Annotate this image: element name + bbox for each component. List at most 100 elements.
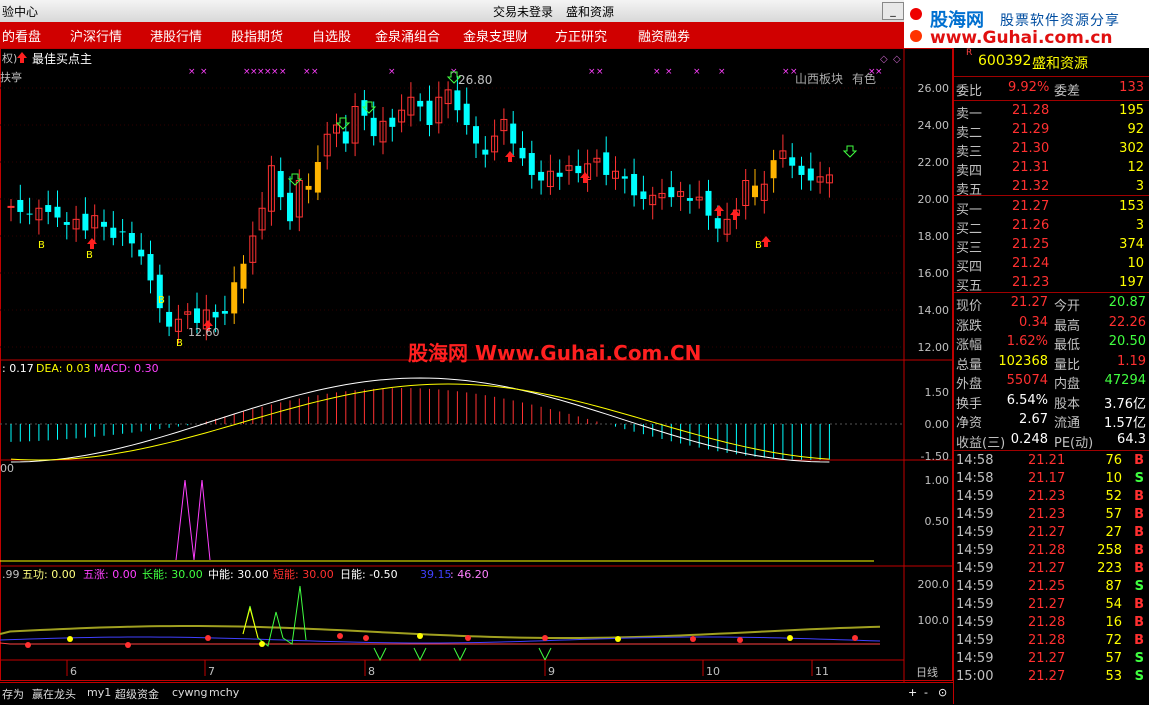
app-title: 验中心 bbox=[2, 5, 39, 19]
macd-tick: 1.50 bbox=[925, 386, 950, 399]
price-tick: 18.00 bbox=[918, 230, 950, 243]
stat-value: 102368 bbox=[998, 353, 1048, 369]
stock-chart[interactable]: × × × × × × × × × × × × × × × × × × × × × ×BBBBB 权) 最佳买点主 扶亭 … bbox=[0, 48, 953, 682]
ask-row: 卖三 21.30 302 bbox=[954, 140, 1149, 160]
macd-tick: -1.50 bbox=[921, 450, 949, 463]
buy-arrow-icon bbox=[87, 238, 97, 249]
stat-value: 22.26 bbox=[1108, 314, 1146, 330]
stat-value: 0.34 bbox=[1019, 314, 1048, 330]
reset-icon[interactable]: ⊙ bbox=[938, 686, 947, 699]
tick-time: 14:59 bbox=[956, 597, 994, 612]
stat-label: 流通 bbox=[1054, 416, 1081, 431]
formula-name[interactable]: 最佳买点主 bbox=[32, 52, 92, 66]
candle-body bbox=[314, 162, 321, 193]
bid-volume: 153 bbox=[1119, 199, 1144, 214]
tab-save[interactable]: 存为 bbox=[2, 686, 24, 702]
stat-label: 最低 bbox=[1054, 338, 1081, 353]
sub1-value: 00 bbox=[0, 462, 14, 475]
sub2-v1: 39.15 bbox=[420, 568, 452, 581]
ask-volume: 92 bbox=[1127, 122, 1144, 137]
stat-value: 47294 bbox=[1104, 373, 1146, 388]
month-label: 10 bbox=[706, 665, 720, 678]
price-axis: 26.00 24.00 22.00 20.00 18.00 16.00 14.00 12.00… bbox=[918, 82, 950, 627]
stat-label: 涨跌 bbox=[956, 318, 983, 334]
ask-volume: 302 bbox=[1119, 141, 1144, 156]
tab-cywng[interactable]: cywng bbox=[172, 686, 208, 699]
menu-item[interactable]: 自选股 bbox=[312, 26, 351, 45]
stat-label: 量比 bbox=[1054, 357, 1081, 373]
stat-label: PE(动) bbox=[1054, 435, 1094, 451]
sub2-v2: : 46.20 bbox=[450, 568, 489, 581]
menu-item[interactable]: 沪深行情 bbox=[70, 26, 122, 45]
tab-my1[interactable]: my1 bbox=[87, 686, 111, 699]
tick-price: 21.27 bbox=[1028, 597, 1066, 612]
sub2-line bbox=[0, 636, 881, 644]
candle-body bbox=[426, 100, 433, 125]
divider bbox=[954, 76, 1149, 77]
period-indicator[interactable]: 日线 bbox=[916, 665, 938, 679]
quote-panel: R 600392 盛和资源 委比 9.92% 委差 133 卖一 21.28 1… bbox=[953, 48, 1149, 704]
ask-label: 卖二 bbox=[956, 126, 983, 141]
tab-super-funds[interactable]: 超级资金 bbox=[115, 686, 159, 702]
price-tick: 12.00 bbox=[918, 341, 950, 354]
buy-b-icon: B bbox=[755, 240, 762, 251]
zoom-out-button[interactable]: - bbox=[924, 686, 928, 699]
stock-code: 600392 bbox=[978, 53, 1032, 69]
candle-body bbox=[147, 254, 154, 281]
zoom-in-button[interactable]: + bbox=[908, 686, 917, 699]
ask-price: 21.28 bbox=[1012, 103, 1050, 118]
stat-label: 换手 bbox=[956, 396, 983, 412]
sub2-dot bbox=[67, 636, 73, 642]
candle-body bbox=[482, 149, 489, 155]
minimize-button[interactable]: _ bbox=[882, 2, 904, 20]
menu-item[interactable]: 金泉支理财 bbox=[463, 26, 528, 45]
tick-time: 14:58 bbox=[956, 453, 994, 468]
tick-side: B bbox=[1134, 489, 1144, 504]
month-axis: 6 7 8 9 10 11 bbox=[66, 660, 829, 678]
tick-row: 14:59 21.27 27 B bbox=[954, 524, 1149, 543]
tick-time: 14:59 bbox=[956, 615, 994, 630]
logo-slogan: 股票软件资源分享 bbox=[1000, 13, 1120, 29]
candle-body bbox=[463, 103, 470, 125]
sub2-down-mark bbox=[453, 647, 467, 662]
signal-x-icon: × bbox=[875, 67, 883, 77]
tick-side: B bbox=[1134, 453, 1144, 468]
sub2-down-mark bbox=[413, 647, 427, 662]
menu-item[interactable]: 融资融券 bbox=[638, 26, 690, 45]
ask-price: 21.29 bbox=[1012, 122, 1050, 137]
signal-x-icon: × bbox=[653, 67, 661, 77]
diamond-icon: ◇ bbox=[880, 54, 888, 65]
sub2-wuzhang: 五涨: 0.00 bbox=[83, 568, 137, 581]
candle-body bbox=[519, 147, 526, 159]
tick-price: 21.27 bbox=[1028, 525, 1066, 540]
watermark: 股海网 Www.Guhai.Com.CN bbox=[408, 341, 701, 365]
stat-label: 今开 bbox=[1054, 299, 1081, 314]
signal-x-icon: × bbox=[693, 67, 701, 77]
menu-item[interactable]: 方正研究 bbox=[555, 26, 607, 45]
stat-value: 55074 bbox=[1006, 373, 1048, 388]
title-bar: 验中心 交易未登录 盛和资源 _ □ × bbox=[0, 0, 968, 23]
stat-value: 20.87 bbox=[1108, 295, 1146, 310]
stat-label: 内盘 bbox=[1054, 377, 1081, 392]
r-mark: R bbox=[966, 48, 973, 58]
tab-mchy[interactable]: mchy bbox=[209, 686, 239, 699]
sector-label: 山西板块 bbox=[795, 72, 843, 86]
menu-item[interactable]: 港股行情 bbox=[150, 26, 202, 45]
sub2-dot bbox=[25, 642, 31, 648]
candle-body bbox=[603, 152, 610, 175]
candle-body bbox=[342, 131, 349, 144]
sub2-dot bbox=[690, 636, 696, 642]
menu-item[interactable]: 金泉涌组合 bbox=[375, 26, 440, 45]
stat-value: 21.27 bbox=[1010, 295, 1048, 310]
menu-item[interactable]: 的看盘 bbox=[2, 26, 41, 45]
price-tick: 16.00 bbox=[918, 267, 950, 280]
menu-item[interactable]: 股指期货 bbox=[231, 26, 283, 45]
stat-value: 0.248 bbox=[1010, 431, 1048, 447]
tab-winning-leader[interactable]: 赢在龙头 bbox=[32, 686, 76, 702]
tick-row: 14:59 21.27 54 B bbox=[954, 596, 1149, 615]
candle-body bbox=[798, 165, 805, 175]
month-label: 6 bbox=[70, 665, 77, 678]
stat-value: 1.57亿 bbox=[1104, 416, 1146, 431]
tick-side: B bbox=[1134, 507, 1144, 522]
tick-volume: 52 bbox=[1105, 489, 1122, 504]
